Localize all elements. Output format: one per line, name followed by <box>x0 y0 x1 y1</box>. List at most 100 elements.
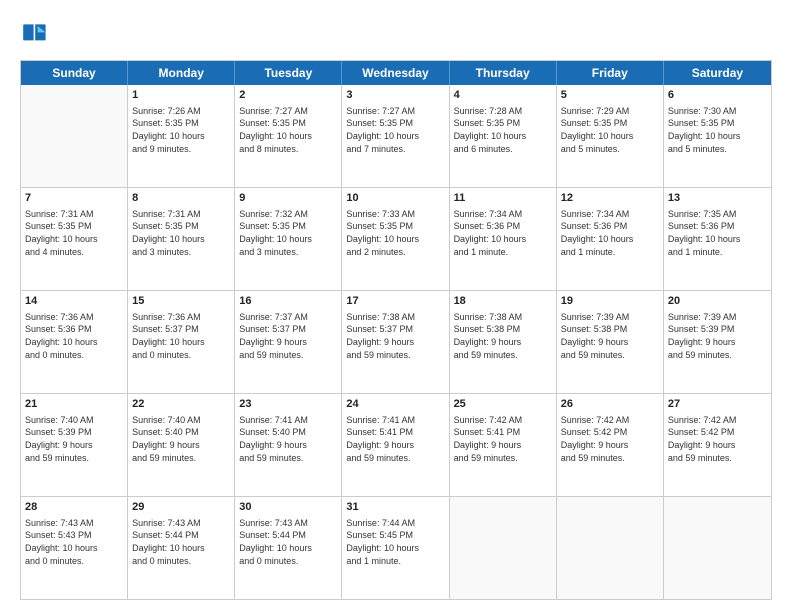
day-info: Sunrise: 7:31 AM Sunset: 5:35 PM Dayligh… <box>132 208 230 258</box>
day-info: Sunrise: 7:44 AM Sunset: 5:45 PM Dayligh… <box>346 517 444 567</box>
calendar-day-18: 18 Sunrise: 7:38 AM Sunset: 5:38 PM Dayli… <box>450 291 557 393</box>
day-number: 16 <box>239 294 337 309</box>
header-day-sunday: Sunday <box>21 61 128 85</box>
day-info: Sunrise: 7:36 AM Sunset: 5:37 PM Dayligh… <box>132 311 230 361</box>
calendar-day-31: 31 Sunrise: 7:44 AM Sunset: 5:45 PM Dayli… <box>342 497 449 599</box>
calendar-empty-cell <box>450 497 557 599</box>
day-info: Sunrise: 7:27 AM Sunset: 5:35 PM Dayligh… <box>239 105 337 155</box>
day-info: Sunrise: 7:39 AM Sunset: 5:38 PM Dayligh… <box>561 311 659 361</box>
calendar-day-17: 17 Sunrise: 7:38 AM Sunset: 5:37 PM Dayli… <box>342 291 449 393</box>
day-info: Sunrise: 7:26 AM Sunset: 5:35 PM Dayligh… <box>132 105 230 155</box>
day-number: 3 <box>346 88 444 103</box>
calendar-week-3: 14 Sunrise: 7:36 AM Sunset: 5:36 PM Dayli… <box>21 291 771 394</box>
calendar-day-1: 1 Sunrise: 7:26 AM Sunset: 5:35 PM Daylig… <box>128 85 235 187</box>
calendar-day-12: 12 Sunrise: 7:34 AM Sunset: 5:36 PM Dayli… <box>557 188 664 290</box>
calendar-day-11: 11 Sunrise: 7:34 AM Sunset: 5:36 PM Dayli… <box>450 188 557 290</box>
day-number: 6 <box>668 88 767 103</box>
calendar-day-15: 15 Sunrise: 7:36 AM Sunset: 5:37 PM Dayli… <box>128 291 235 393</box>
day-info: Sunrise: 7:37 AM Sunset: 5:37 PM Dayligh… <box>239 311 337 361</box>
calendar-week-2: 7 Sunrise: 7:31 AM Sunset: 5:35 PM Daylig… <box>21 188 771 291</box>
calendar-day-4: 4 Sunrise: 7:28 AM Sunset: 5:35 PM Daylig… <box>450 85 557 187</box>
day-info: Sunrise: 7:35 AM Sunset: 5:36 PM Dayligh… <box>668 208 767 258</box>
header <box>20 18 772 50</box>
day-info: Sunrise: 7:40 AM Sunset: 5:40 PM Dayligh… <box>132 414 230 464</box>
header-day-friday: Friday <box>557 61 664 85</box>
calendar-day-29: 29 Sunrise: 7:43 AM Sunset: 5:44 PM Dayli… <box>128 497 235 599</box>
day-number: 17 <box>346 294 444 309</box>
day-number: 21 <box>25 397 123 412</box>
day-info: Sunrise: 7:42 AM Sunset: 5:41 PM Dayligh… <box>454 414 552 464</box>
day-info: Sunrise: 7:34 AM Sunset: 5:36 PM Dayligh… <box>561 208 659 258</box>
calendar-empty-cell <box>21 85 128 187</box>
calendar-week-1: 1 Sunrise: 7:26 AM Sunset: 5:35 PM Daylig… <box>21 85 771 188</box>
calendar-day-25: 25 Sunrise: 7:42 AM Sunset: 5:41 PM Dayli… <box>450 394 557 496</box>
day-number: 14 <box>25 294 123 309</box>
day-number: 29 <box>132 500 230 515</box>
day-number: 30 <box>239 500 337 515</box>
day-info: Sunrise: 7:42 AM Sunset: 5:42 PM Dayligh… <box>668 414 767 464</box>
calendar-day-5: 5 Sunrise: 7:29 AM Sunset: 5:35 PM Daylig… <box>557 85 664 187</box>
calendar-day-2: 2 Sunrise: 7:27 AM Sunset: 5:35 PM Daylig… <box>235 85 342 187</box>
calendar-body: 1 Sunrise: 7:26 AM Sunset: 5:35 PM Daylig… <box>21 85 771 599</box>
day-info: Sunrise: 7:28 AM Sunset: 5:35 PM Dayligh… <box>454 105 552 155</box>
calendar-day-21: 21 Sunrise: 7:40 AM Sunset: 5:39 PM Dayli… <box>21 394 128 496</box>
calendar-day-14: 14 Sunrise: 7:36 AM Sunset: 5:36 PM Dayli… <box>21 291 128 393</box>
day-info: Sunrise: 7:41 AM Sunset: 5:41 PM Dayligh… <box>346 414 444 464</box>
calendar-day-27: 27 Sunrise: 7:42 AM Sunset: 5:42 PM Dayli… <box>664 394 771 496</box>
day-number: 18 <box>454 294 552 309</box>
day-info: Sunrise: 7:43 AM Sunset: 5:43 PM Dayligh… <box>25 517 123 567</box>
calendar-day-22: 22 Sunrise: 7:40 AM Sunset: 5:40 PM Dayli… <box>128 394 235 496</box>
calendar-day-26: 26Sunrise: 7:42 AM Sunset: 5:42 PM Dayli… <box>557 394 664 496</box>
header-day-tuesday: Tuesday <box>235 61 342 85</box>
day-number: 1 <box>132 88 230 103</box>
calendar-day-7: 7Sunrise: 7:31 AM Sunset: 5:35 PM Daylig… <box>21 188 128 290</box>
calendar-day-6: 6 Sunrise: 7:30 AM Sunset: 5:35 PM Daylig… <box>664 85 771 187</box>
day-number: 19 <box>561 294 659 309</box>
day-number: 22 <box>132 397 230 412</box>
calendar-empty-cell <box>557 497 664 599</box>
calendar-day-20: 20Sunrise: 7:39 AM Sunset: 5:39 PM Dayli… <box>664 291 771 393</box>
day-info: Sunrise: 7:41 AM Sunset: 5:40 PM Dayligh… <box>239 414 337 464</box>
calendar-day-19: 19 Sunrise: 7:39 AM Sunset: 5:38 PM Dayli… <box>557 291 664 393</box>
day-number: 8 <box>132 191 230 206</box>
page: SundayMondayTuesdayWednesdayThursdayFrid… <box>0 0 792 612</box>
header-day-thursday: Thursday <box>450 61 557 85</box>
day-number: 27 <box>668 397 767 412</box>
day-info: Sunrise: 7:32 AM Sunset: 5:35 PM Dayligh… <box>239 208 337 258</box>
day-info: Sunrise: 7:34 AM Sunset: 5:36 PM Dayligh… <box>454 208 552 258</box>
day-number: 11 <box>454 191 552 206</box>
calendar-week-5: 28 Sunrise: 7:43 AM Sunset: 5:43 PM Dayli… <box>21 497 771 599</box>
logo <box>20 18 56 50</box>
header-day-saturday: Saturday <box>664 61 771 85</box>
calendar-day-8: 8 Sunrise: 7:31 AM Sunset: 5:35 PM Daylig… <box>128 188 235 290</box>
day-info: Sunrise: 7:38 AM Sunset: 5:37 PM Dayligh… <box>346 311 444 361</box>
calendar-day-13: 13Sunrise: 7:35 AM Sunset: 5:36 PM Dayli… <box>664 188 771 290</box>
calendar: SundayMondayTuesdayWednesdayThursdayFrid… <box>20 60 772 600</box>
day-info: Sunrise: 7:40 AM Sunset: 5:39 PM Dayligh… <box>25 414 123 464</box>
day-number: 25 <box>454 397 552 412</box>
day-number: 28 <box>25 500 123 515</box>
day-number: 15 <box>132 294 230 309</box>
calendar-week-4: 21 Sunrise: 7:40 AM Sunset: 5:39 PM Dayli… <box>21 394 771 497</box>
calendar-header: SundayMondayTuesdayWednesdayThursdayFrid… <box>21 61 771 85</box>
day-info: Sunrise: 7:36 AM Sunset: 5:36 PM Dayligh… <box>25 311 123 361</box>
day-number: 5 <box>561 88 659 103</box>
calendar-day-16: 16 Sunrise: 7:37 AM Sunset: 5:37 PM Dayli… <box>235 291 342 393</box>
day-info: Sunrise: 7:43 AM Sunset: 5:44 PM Dayligh… <box>239 517 337 567</box>
day-info: Sunrise: 7:30 AM Sunset: 5:35 PM Dayligh… <box>668 105 767 155</box>
calendar-empty-cell <box>664 497 771 599</box>
header-day-wednesday: Wednesday <box>342 61 449 85</box>
day-info: Sunrise: 7:29 AM Sunset: 5:35 PM Dayligh… <box>561 105 659 155</box>
day-info: Sunrise: 7:43 AM Sunset: 5:44 PM Dayligh… <box>132 517 230 567</box>
day-number: 12 <box>561 191 659 206</box>
day-number: 10 <box>346 191 444 206</box>
day-number: 7 <box>25 191 123 206</box>
day-number: 26 <box>561 397 659 412</box>
day-number: 4 <box>454 88 552 103</box>
day-number: 2 <box>239 88 337 103</box>
calendar-day-9: 9Sunrise: 7:32 AM Sunset: 5:35 PM Daylig… <box>235 188 342 290</box>
header-day-monday: Monday <box>128 61 235 85</box>
day-info: Sunrise: 7:38 AM Sunset: 5:38 PM Dayligh… <box>454 311 552 361</box>
day-number: 31 <box>346 500 444 515</box>
calendar-day-28: 28 Sunrise: 7:43 AM Sunset: 5:43 PM Dayli… <box>21 497 128 599</box>
